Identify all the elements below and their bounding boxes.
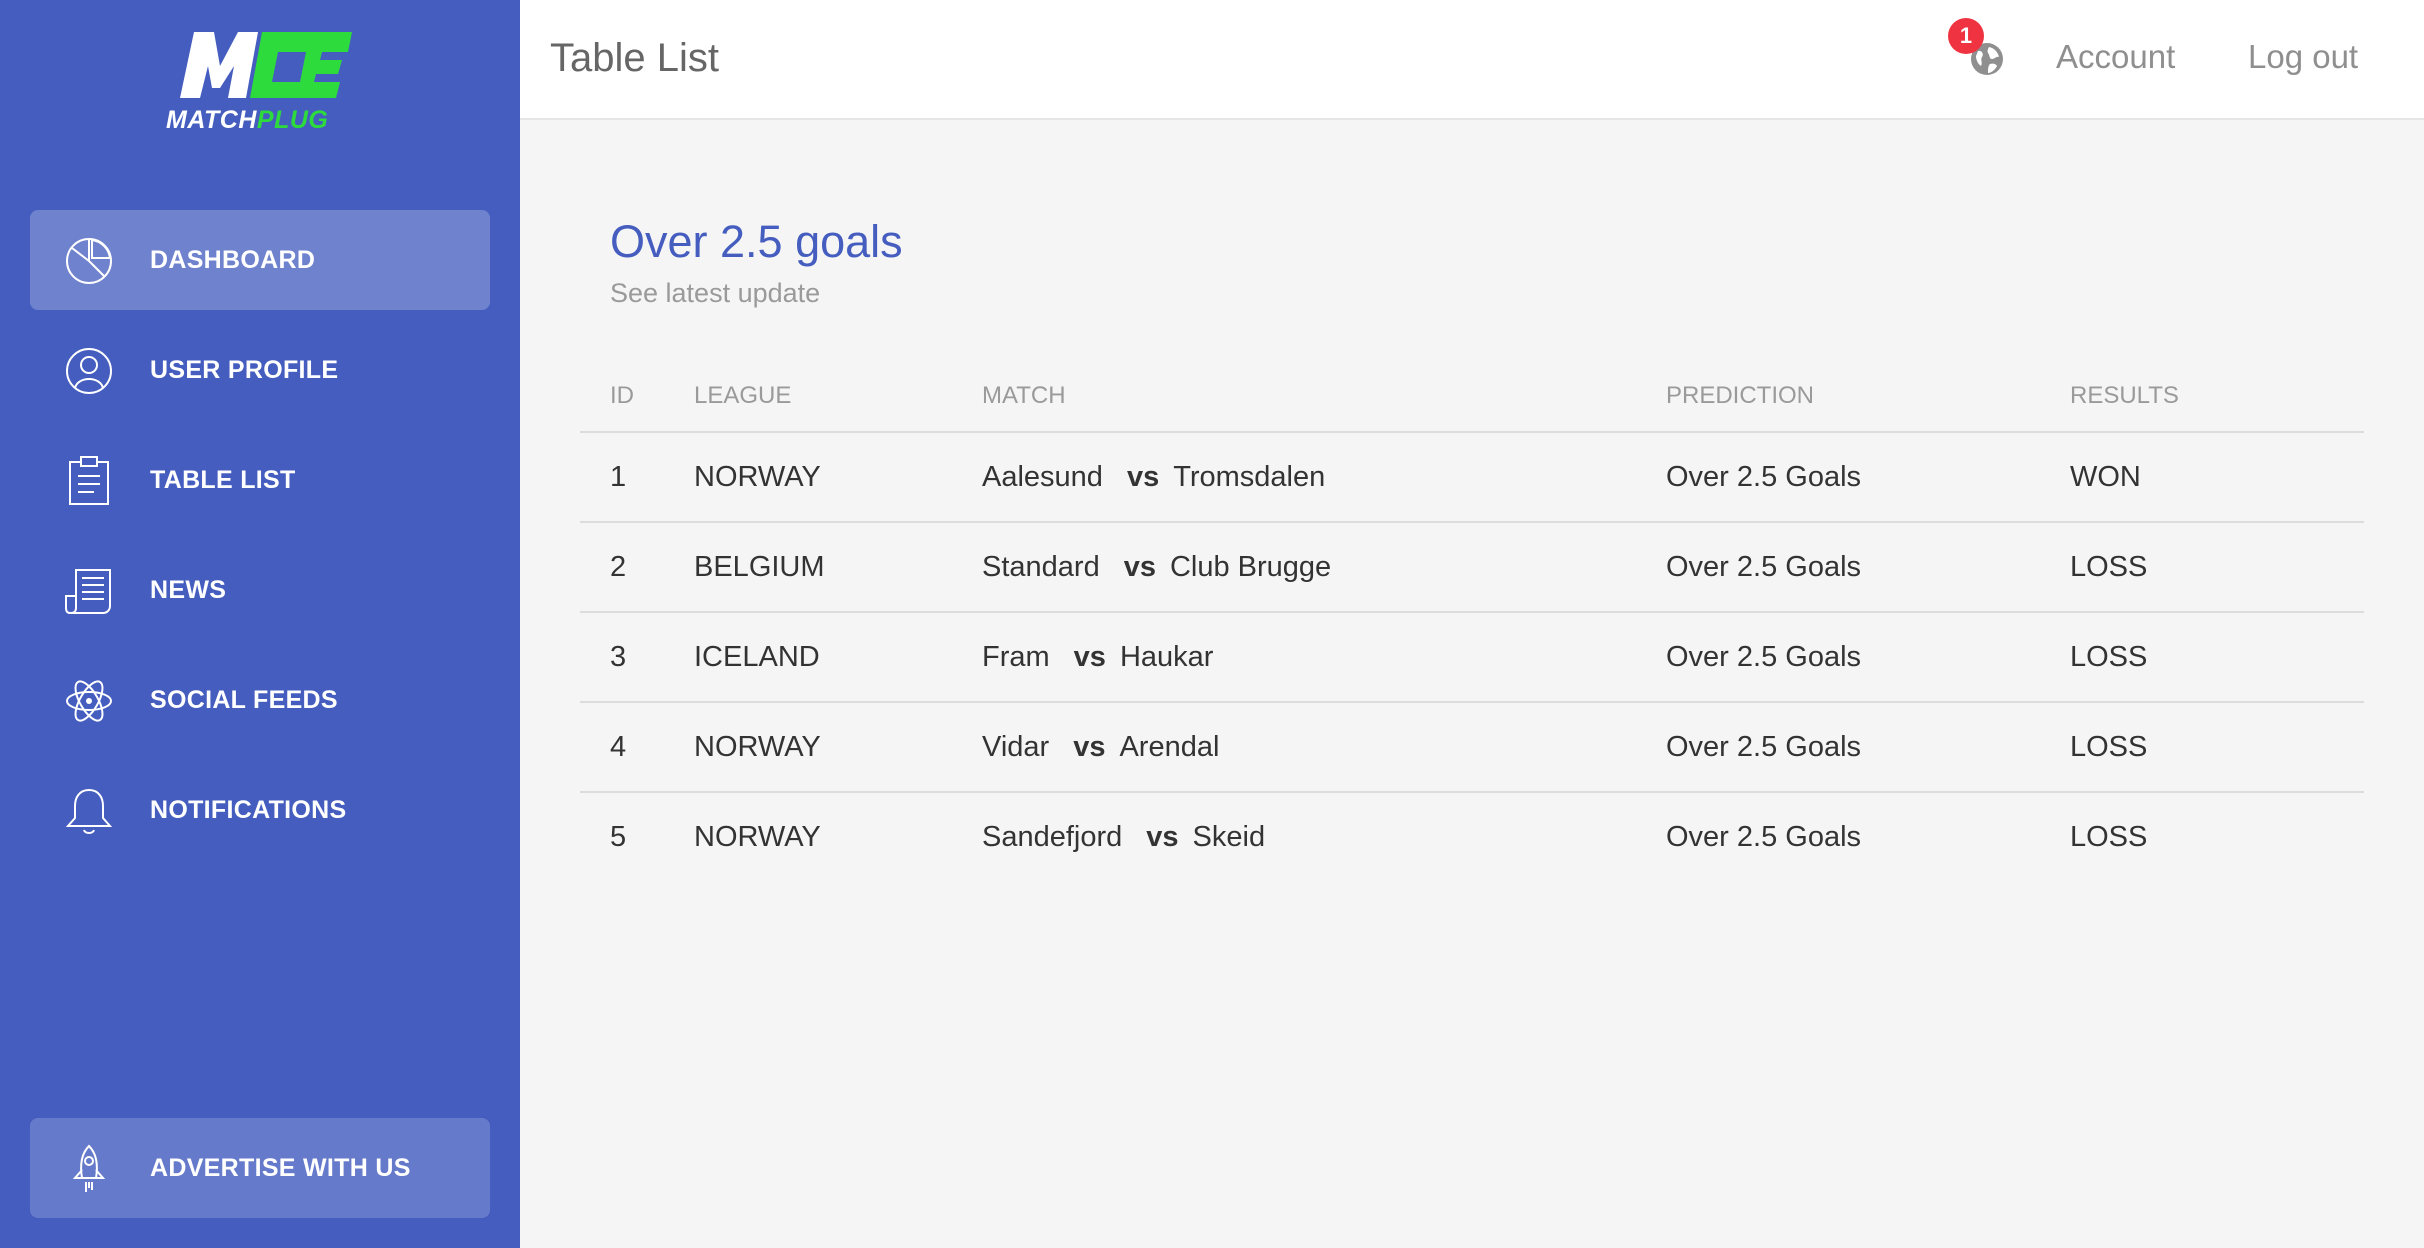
cell-prediction: Over 2.5 Goals <box>1666 432 2070 523</box>
sidebar-item-label: SOCIAL FEEDS <box>150 685 338 714</box>
advertise-label: ADVERTISE WITH US <box>150 1154 411 1182</box>
away-team: Skeid <box>1192 821 1266 853</box>
cell-result: LOSS <box>2070 612 2364 703</box>
sidebar-item-label: NEWS <box>150 575 227 604</box>
cell-match: Vidar vs Arendal <box>982 702 1666 793</box>
table-row: 1 NORWAY Aalesund vs Tromsdalen Over 2.5 G… <box>580 432 2364 523</box>
clipboard-icon <box>69 456 109 505</box>
cell-result: LOSS <box>2070 522 2364 613</box>
away-team: Club Brugge <box>1169 550 1332 583</box>
sidebar-item-label: TABLE LIST <box>150 465 296 494</box>
cell-match: Fram vs Haukar <box>982 612 1666 703</box>
sidebar-item-label: USER PROFILE <box>150 355 339 384</box>
table-row: 2 BELGIUM Standard vs Club Brugge Over 2.5… <box>580 522 2364 613</box>
cell-league: NORWAY <box>694 821 821 853</box>
column-header-match: MATCH <box>982 360 1666 433</box>
away-team: Haukar <box>1119 640 1214 673</box>
column-header-id: ID <box>580 360 694 433</box>
account-link[interactable]: Account <box>2056 38 2175 76</box>
cell-match: Sandefjord vs Skeid <box>982 792 1666 882</box>
home-team: Fram <box>982 640 1050 673</box>
cell-league: NORWAY <box>694 702 982 793</box>
cell-prediction: Over 2.5 Goals <box>1666 702 2070 793</box>
away-team: Arendal <box>1119 730 1220 763</box>
logout-link[interactable]: Log out <box>2248 38 2358 76</box>
table-header-row: ID LEAGUE MATCH PREDICTION RESULTS <box>580 360 2364 433</box>
table-row: 3 ICELAND Fram vs Haukar Over 2.5 Goals LO… <box>580 612 2364 703</box>
cell-match: Aalesund vs Tromsdalen <box>982 432 1666 523</box>
cell-league: ICELAND <box>694 612 982 703</box>
notifications-globe-button[interactable]: 1 <box>1948 18 2008 78</box>
cell-result: LOSS <box>2070 702 2364 793</box>
user-icon <box>66 348 112 394</box>
card-title: Over 2.5 goals <box>610 216 903 267</box>
atom-icon <box>66 680 112 722</box>
table-row: 5 NORWAY Sandefjord vs Skeid Over 2.5 Goal… <box>580 792 2364 882</box>
sidebar-item-table-list[interactable]: TABLE LIST <box>30 430 490 530</box>
sidebar: MATCHPLUG DASHBOARD USER PROFILE TABLE L… <box>0 0 520 1248</box>
rocket-icon <box>72 1144 106 1192</box>
vs-label: vs <box>1073 730 1106 763</box>
column-header-results: RESULTS <box>2070 360 2364 433</box>
vs-label: vs <box>1073 640 1106 673</box>
sidebar-item-news[interactable]: NEWS <box>30 540 490 640</box>
cell-result: WON <box>2070 432 2364 523</box>
cell-league: BELGIUM <box>694 522 982 613</box>
sidebar-item-label: DASHBOARD <box>150 245 316 274</box>
cell-id: 1 <box>580 432 694 523</box>
top-bar: Table List 1 Account Log out <box>520 0 2424 120</box>
sidebar-item-dashboard[interactable]: DASHBOARD <box>30 210 490 310</box>
vs-label: vs <box>1146 821 1179 853</box>
cell-prediction: Over 2.5 Goals <box>1666 522 2070 613</box>
away-team: Tromsdalen <box>1173 460 1326 493</box>
column-header-league: LEAGUE <box>694 360 982 433</box>
home-team: Sandefjord <box>982 821 1123 853</box>
cell-match: Standard vs Club Brugge <box>982 522 1666 613</box>
home-team: Aalesund <box>982 460 1103 493</box>
cell-id: 2 <box>580 522 694 613</box>
sidebar-nav: DASHBOARD USER PROFILE TABLE LIST NEWS S… <box>30 210 490 870</box>
table-row: 4 NORWAY Vidar vs Arendal Over 2.5 Goals L… <box>580 702 2364 793</box>
predictions-table: ID LEAGUE MATCH PREDICTION RESULTS 1 NOR… <box>580 360 2364 882</box>
sidebar-item-notifications[interactable]: NOTIFICATIONS <box>30 760 490 860</box>
sidebar-item-social-feeds[interactable]: SOCIAL FEEDS <box>30 650 490 750</box>
home-team: Vidar <box>982 730 1050 763</box>
logo-wordmark: MATCHPLUG <box>166 106 329 134</box>
vs-label: vs <box>1123 550 1156 583</box>
newspaper-icon <box>65 569 111 614</box>
cell-id: 5 <box>610 821 627 853</box>
cell-league: NORWAY <box>694 432 982 523</box>
column-header-prediction: PREDICTION <box>1666 360 2070 433</box>
advertise-button[interactable]: ADVERTISE WITH US <box>30 1118 490 1218</box>
cell-prediction: Over 2.5 Goals <box>1666 612 2070 703</box>
matchplug-logo[interactable]: MATCHPLUG <box>166 26 356 136</box>
logo-mark-icon <box>180 32 352 98</box>
sidebar-item-label: NOTIFICATIONS <box>150 795 347 824</box>
notification-count-badge: 1 <box>1948 18 1984 54</box>
cell-result: LOSS <box>2070 821 2148 853</box>
sidebar-item-user-profile[interactable]: USER PROFILE <box>30 320 490 420</box>
home-team: Standard <box>982 550 1100 583</box>
pie-chart-icon <box>66 238 112 284</box>
page-title: Table List <box>550 36 719 80</box>
cell-id: 3 <box>580 612 694 703</box>
card-subtitle: See latest update <box>610 278 821 308</box>
bell-icon <box>65 788 113 834</box>
vs-label: vs <box>1126 460 1160 493</box>
cell-id: 4 <box>580 702 694 793</box>
cell-prediction: Over 2.5 Goals <box>1666 821 1862 853</box>
